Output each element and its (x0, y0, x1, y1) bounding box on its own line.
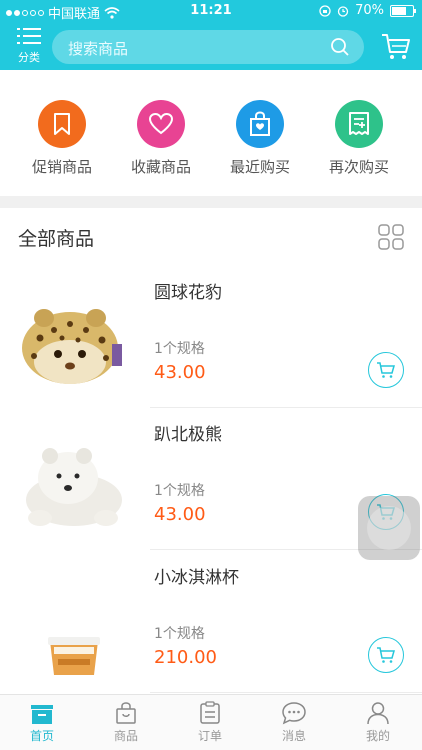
product-name: 趴北极熊 (154, 425, 222, 445)
tab-label: 首页 (29, 729, 54, 743)
product-spec: 1个规格 (154, 626, 205, 642)
category-label: 分类 (18, 51, 40, 64)
product-spec: 1个规格 (154, 483, 205, 499)
battery-icon (390, 4, 416, 17)
cart-icon[interactable] (380, 30, 412, 62)
category-button[interactable]: 分类 (12, 26, 46, 64)
add-to-cart-button[interactable] (368, 637, 404, 673)
product-item[interactable]: 圆球花豹 1个规格 43.00 (0, 266, 422, 408)
search-input[interactable]: 搜索商品 (52, 30, 364, 64)
rotation-lock-icon (319, 4, 331, 17)
shopping-bag-icon (236, 100, 284, 148)
quick-action-favorites[interactable]: 收藏商品 (111, 100, 211, 177)
row-separator (150, 692, 422, 693)
quick-action-label: 促销商品 (31, 158, 92, 176)
chat-icon (282, 702, 306, 725)
product-price: 43.00 (154, 362, 206, 383)
status-bar: 中国联通 11:21 70% (0, 0, 422, 24)
top-bar: 中国联通 11:21 70% 分类 搜索商品 (0, 0, 422, 70)
clipboard-icon (200, 701, 220, 724)
assistive-touch-button[interactable] (358, 496, 420, 560)
bag-icon (116, 702, 136, 724)
home-icon (31, 705, 53, 724)
product-spec: 1个规格 (154, 341, 205, 357)
bookmark-icon (38, 100, 86, 148)
quick-action-label: 最近购买 (229, 158, 290, 176)
tab-products[interactable]: 商品 (84, 701, 168, 744)
product-image-leopard (22, 309, 122, 384)
product-name: 小冰淇淋杯 (154, 568, 239, 588)
status-right: 70% (319, 3, 416, 18)
quick-action-promotions[interactable]: 促销商品 (12, 100, 112, 177)
cart-icon (377, 362, 395, 378)
alarm-icon (337, 5, 349, 17)
add-to-cart-button[interactable] (368, 352, 404, 388)
quick-action-label: 再次购买 (328, 158, 389, 176)
tab-label: 订单 (197, 729, 222, 743)
battery-percent: 70% (355, 3, 384, 18)
quick-action-rebuy[interactable]: 再次购买 (309, 100, 409, 177)
tab-home[interactable]: 首页 (0, 701, 84, 744)
all-products-header: 全部商品 (0, 208, 422, 264)
list-icon (17, 28, 41, 44)
assistive-touch-inner (367, 506, 411, 550)
product-name: 圆球花豹 (154, 283, 222, 303)
section-divider (0, 196, 422, 208)
tab-label: 商品 (113, 729, 138, 743)
search-placeholder: 搜索商品 (68, 40, 129, 58)
product-item[interactable]: 小冰淇淋杯 1个规格 210.00 (0, 551, 422, 693)
bottom-tab-bar: 首页 商品 订单 消息 我的 (0, 694, 422, 750)
grid-view-icon[interactable] (378, 224, 404, 250)
section-title: 全部商品 (18, 228, 95, 250)
product-price: 43.00 (154, 504, 206, 525)
quick-action-label: 收藏商品 (130, 158, 191, 176)
heart-icon (137, 100, 185, 148)
tab-profile[interactable]: 我的 (336, 701, 420, 744)
tab-label: 消息 (281, 729, 306, 743)
quick-actions: 促销商品 收藏商品 最近购买 再次购买 (0, 70, 422, 196)
user-icon (367, 702, 389, 725)
tab-orders[interactable]: 订单 (168, 701, 252, 744)
battery-fill (392, 6, 406, 15)
quick-action-recent[interactable]: 最近购买 (210, 100, 310, 177)
receipt-icon (335, 100, 383, 148)
search-icon[interactable] (330, 37, 350, 57)
tab-messages[interactable]: 消息 (252, 701, 336, 744)
cart-icon (377, 647, 395, 663)
product-image-polar-bear (26, 448, 122, 526)
product-image-ice-cream-cup (48, 637, 100, 675)
tab-label: 我的 (365, 729, 390, 743)
product-price: 210.00 (154, 647, 217, 668)
